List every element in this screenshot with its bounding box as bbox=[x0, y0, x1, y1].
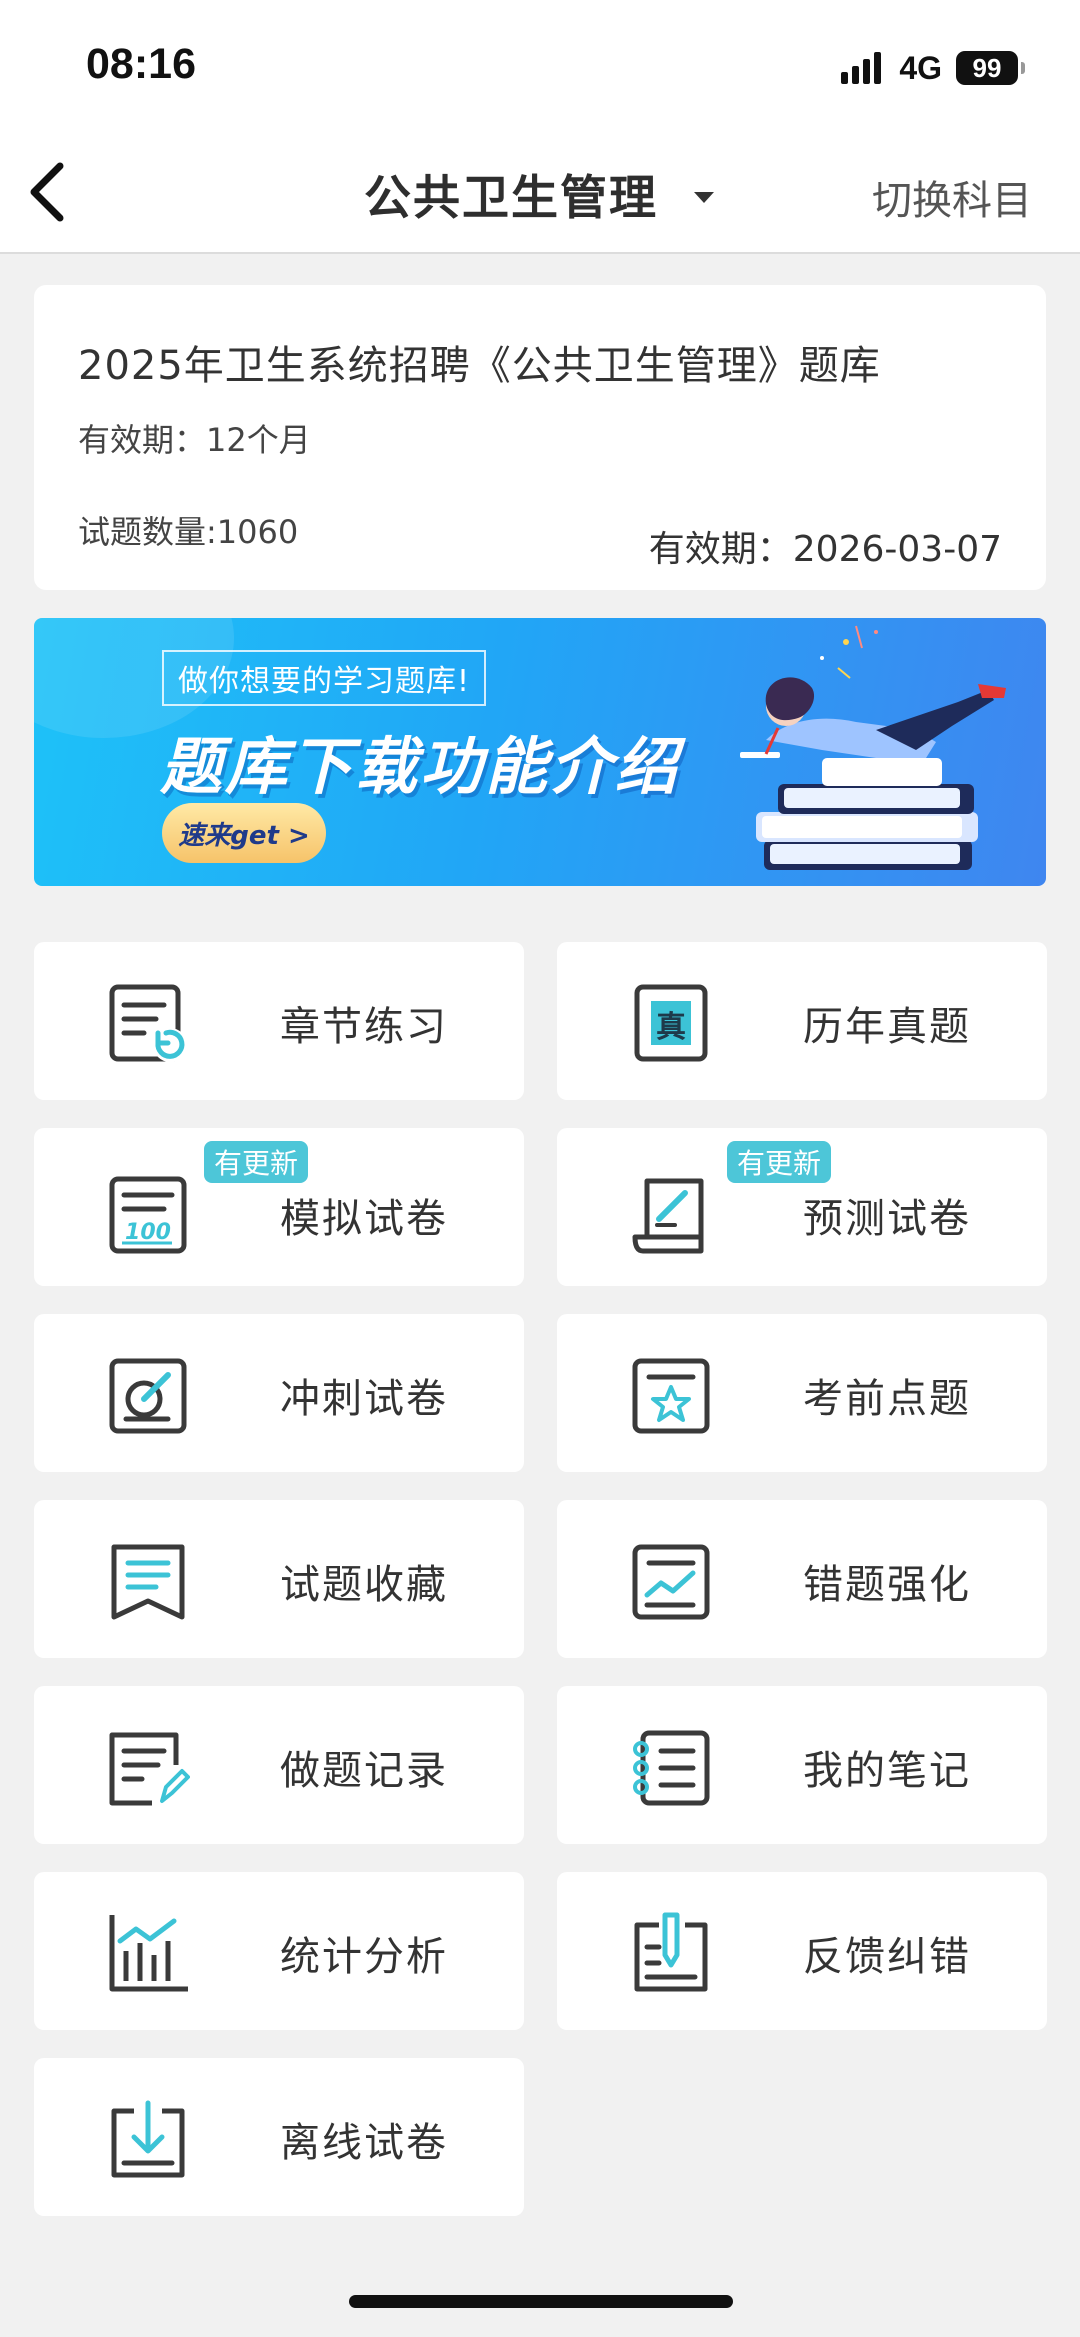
grid-item-label: 做题记录 bbox=[280, 1748, 448, 1794]
offline-paper-button[interactable]: 离线试卷 bbox=[34, 2058, 524, 2216]
network-label: 4G bbox=[899, 49, 942, 86]
banner-cta-button[interactable]: 速来get > bbox=[162, 803, 326, 863]
statistics-icon bbox=[109, 1915, 188, 1992]
back-button[interactable] bbox=[18, 154, 88, 230]
subject-dropdown[interactable]: 公共卫生管理 bbox=[364, 158, 714, 228]
update-badge: 有更新 bbox=[727, 1141, 832, 1183]
banner-subtitle: 做你想要的学习题库! bbox=[162, 650, 487, 706]
grid-item-label: 统计分析 bbox=[280, 1934, 448, 1980]
battery-icon: 99 bbox=[956, 51, 1018, 85]
question-bank-info-card: 2025年卫生系统招聘《公共卫生管理》题库 有效期：12个月 试题数量:1060… bbox=[34, 285, 1046, 590]
offline-download-icon bbox=[111, 2100, 185, 2178]
download-feature-banner[interactable]: 做你想要的学习题库! 题库下载功能介绍 速来get > bbox=[34, 618, 1046, 886]
svg-text:真: 真 bbox=[656, 1010, 686, 1045]
practice-record-icon bbox=[109, 1732, 190, 1806]
reading-girl-illustration bbox=[740, 625, 1006, 870]
question-bank-title: 2025年卫生系统招聘《公共卫生管理》题库 bbox=[78, 343, 881, 389]
page-title: 公共卫生管理 bbox=[364, 170, 658, 226]
validity-period: 有效期：12个月 bbox=[78, 421, 311, 459]
wrong-questions-button[interactable]: 错题强化 bbox=[557, 1500, 1047, 1658]
grid-item-label: 预测试卷 bbox=[803, 1196, 971, 1242]
signal-icon bbox=[841, 52, 885, 84]
grid-item-label: 历年真题 bbox=[803, 1004, 971, 1050]
feedback-button[interactable]: 反馈纠错 bbox=[557, 1872, 1047, 2030]
svg-text:100: 100 bbox=[125, 1220, 171, 1245]
wrong-questions-icon bbox=[632, 1544, 710, 1620]
switch-subject-button[interactable]: 切换科目 bbox=[872, 168, 1032, 226]
grid-item-label: 反馈纠错 bbox=[803, 1934, 971, 1980]
banner-headline: 题库下载功能介绍 bbox=[160, 730, 681, 803]
grid-item-label: 模拟试卷 bbox=[280, 1196, 448, 1242]
bookmark-button[interactable]: 试题收藏 bbox=[34, 1500, 524, 1658]
caret-down-icon bbox=[694, 191, 714, 203]
chapter-practice-button[interactable]: 章节练习 bbox=[34, 942, 524, 1100]
back-arrow-icon bbox=[30, 162, 64, 222]
feedback-icon bbox=[634, 1912, 708, 1992]
practice-record-button[interactable]: 做题记录 bbox=[34, 1686, 524, 1844]
pre-exam-tips-icon bbox=[632, 1358, 710, 1434]
grid-item-label: 章节练习 bbox=[280, 1004, 448, 1050]
battery-tip bbox=[1021, 62, 1025, 74]
forecast-paper-icon bbox=[632, 1178, 704, 1254]
grid-item-label: 我的笔记 bbox=[803, 1748, 971, 1794]
question-count: 试题数量:1060 bbox=[78, 513, 299, 551]
status-indicators: 4G 99 bbox=[841, 48, 1025, 88]
sprint-paper-icon bbox=[109, 1358, 187, 1434]
nav-bar: 公共卫生管理 切换科目 bbox=[0, 130, 1080, 254]
update-badge: 有更新 bbox=[204, 1141, 309, 1183]
notes-button[interactable]: 我的笔记 bbox=[557, 1686, 1047, 1844]
forecast-paper-button[interactable]: 有更新 预测试卷 bbox=[557, 1128, 1047, 1286]
grid-item-label: 冲刺试卷 bbox=[280, 1376, 448, 1422]
grid-item-label: 试题收藏 bbox=[280, 1562, 448, 1608]
grid-item-label: 离线试卷 bbox=[280, 2120, 448, 2166]
sprint-paper-button[interactable]: 冲刺试卷 bbox=[34, 1314, 524, 1472]
home-indicator[interactable] bbox=[349, 2295, 733, 2308]
expire-date: 有效期：2026-03-07 bbox=[648, 529, 1002, 570]
notes-icon bbox=[633, 1730, 710, 1806]
bookmark-icon bbox=[111, 1544, 185, 1620]
status-bar: 08:16 4G 99 bbox=[0, 0, 1080, 130]
mock-paper-icon: 100 bbox=[109, 1176, 187, 1254]
past-exams-button[interactable]: 真 历年真题 bbox=[557, 942, 1047, 1100]
pre-exam-tips-button[interactable]: 考前点题 bbox=[557, 1314, 1047, 1472]
statistics-button[interactable]: 统计分析 bbox=[34, 1872, 524, 2030]
status-time: 08:16 bbox=[86, 40, 196, 88]
mock-paper-button[interactable]: 有更新 100 模拟试卷 bbox=[34, 1128, 524, 1286]
chapter-practice-icon bbox=[109, 984, 187, 1062]
grid-item-label: 错题强化 bbox=[803, 1562, 971, 1608]
past-exams-icon: 真 bbox=[634, 984, 708, 1062]
grid-item-label: 考前点题 bbox=[803, 1376, 971, 1422]
